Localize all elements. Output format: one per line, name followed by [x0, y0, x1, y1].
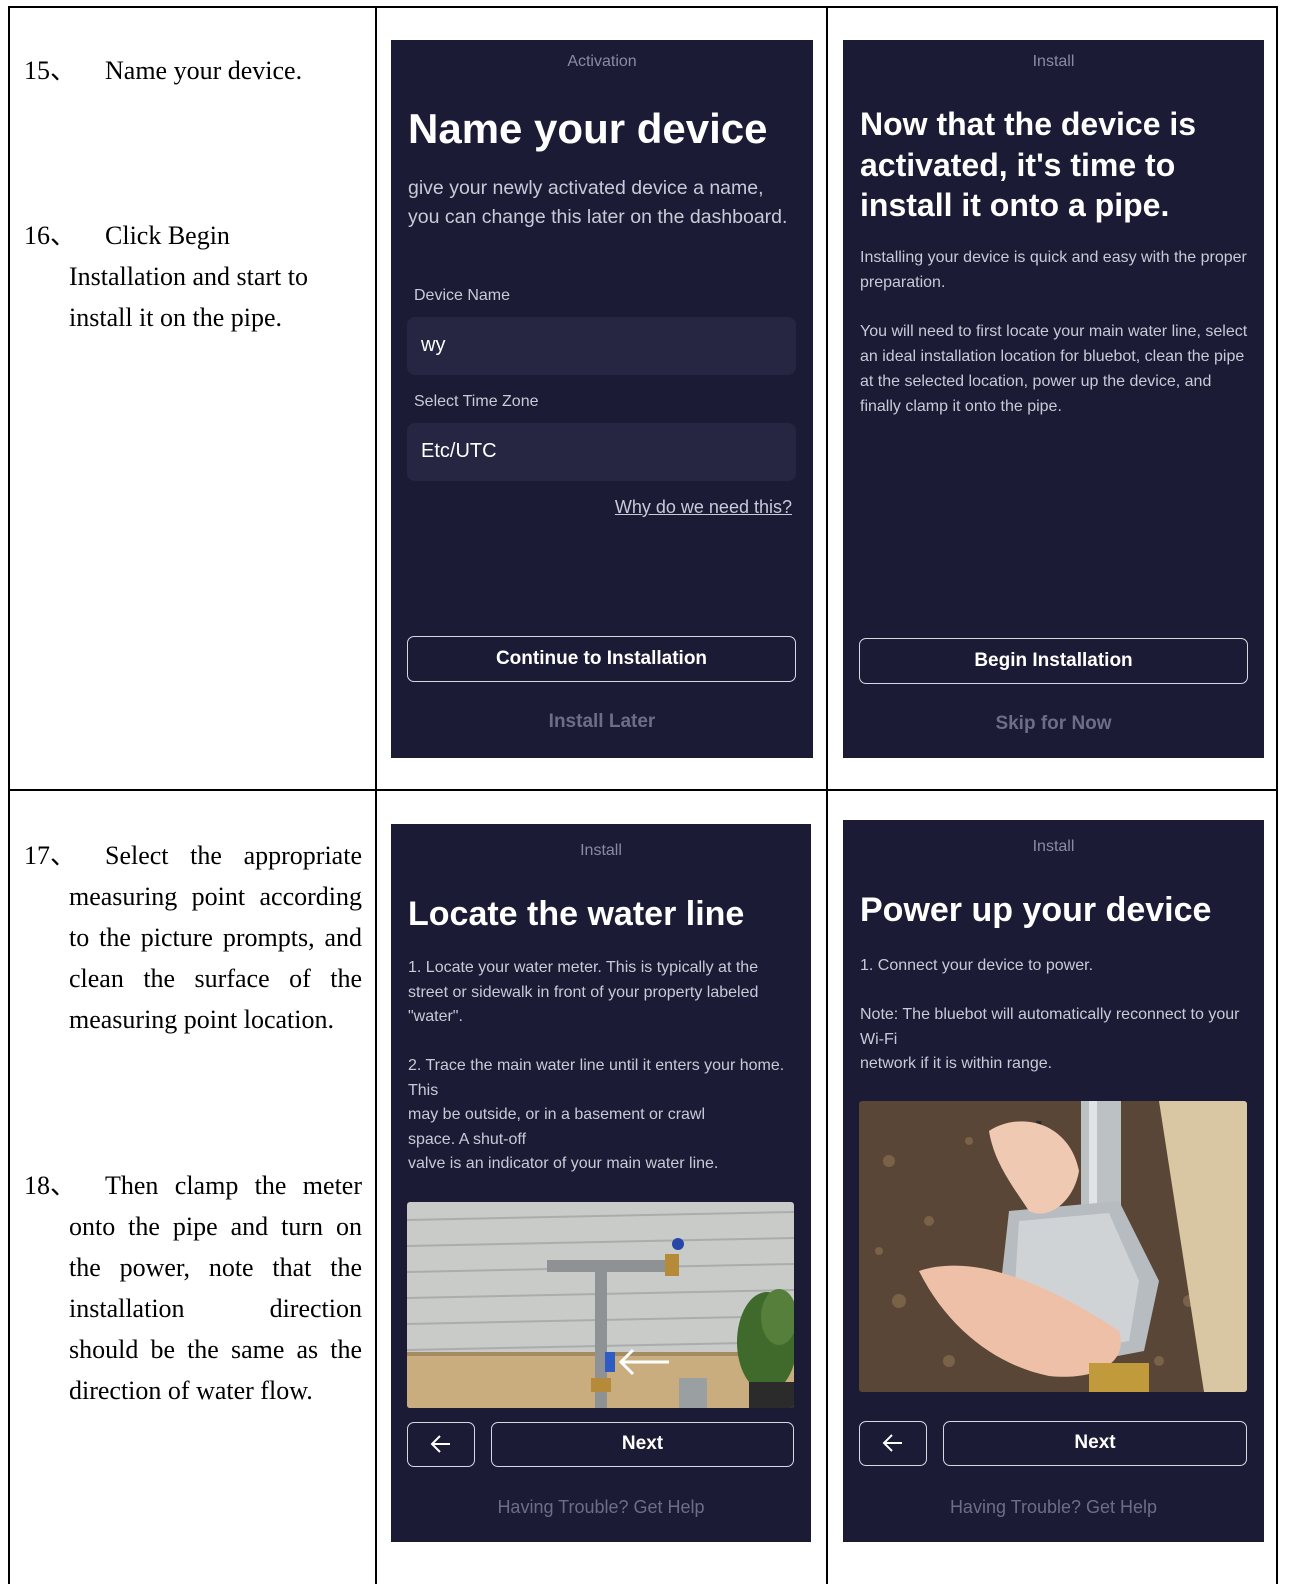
- note-line: Note: The bluebot will automatically rec…: [860, 1006, 1240, 1048]
- begin-installation-button[interactable]: Begin Installation: [859, 638, 1248, 684]
- table-divider-2: [826, 6, 828, 1584]
- table-border-right: [1276, 6, 1278, 1584]
- step-15: 15、 Name your device.: [24, 50, 362, 91]
- step-number: 17、: [24, 841, 77, 870]
- arrow-left-icon: [430, 1435, 450, 1453]
- step-17: 17、 Select the appropriate measuring poi…: [24, 835, 362, 1040]
- page-title: Power up your device: [860, 891, 1212, 929]
- skip-for-now-button[interactable]: Skip for Now: [843, 713, 1264, 735]
- next-button[interactable]: Next: [943, 1421, 1247, 1466]
- step-text-line: onto the pipe and turn on: [69, 1212, 362, 1241]
- step-text-line: direction of water flow.: [69, 1376, 313, 1405]
- get-help-link[interactable]: Having Trouble? Get Help: [843, 1497, 1264, 1518]
- timezone-label: Select Time Zone: [414, 393, 539, 410]
- table-border-left: [8, 6, 10, 1584]
- water-line-photo: [407, 1202, 794, 1408]
- description: give your newly activated device a name,…: [408, 177, 788, 228]
- device-power-image: [859, 1101, 1247, 1392]
- page-title: Name your device: [408, 105, 768, 152]
- step-text-line: Installation and start to: [69, 262, 309, 291]
- page-title: Locate the water line: [408, 895, 745, 933]
- step-18: 18、 Then clamp the meter onto the pipe a…: [24, 1165, 362, 1411]
- water-line-image: [407, 1202, 794, 1408]
- screen-install-intro: Install Now that the device is activated…: [843, 40, 1264, 758]
- step-text-line: should be the same as the: [69, 1335, 362, 1364]
- screen-activation: Activation Name your device give your ne…: [391, 40, 813, 758]
- step-1-text: 1. Locate your water meter. This is typi…: [408, 959, 759, 1025]
- step-text-line: install it on the pipe.: [69, 303, 283, 332]
- intro-paragraph: Installing your device is quick and easy…: [860, 249, 1247, 291]
- table-border-middle: [8, 789, 1278, 791]
- page-title: Now that the device is activated, it's t…: [860, 106, 1197, 223]
- timezone-select[interactable]: Etc/UTC: [407, 423, 796, 481]
- step-text-line: to the picture prompts, and: [69, 923, 362, 952]
- step-number: 16、: [24, 221, 77, 250]
- timezone-value: Etc/UTC: [421, 440, 497, 462]
- step-2-line: may be outside, or in a basement or craw…: [408, 1106, 706, 1148]
- table-divider-1: [375, 6, 377, 1584]
- arrow-left-icon: [882, 1434, 902, 1452]
- step-text-line: the power, note that the: [69, 1253, 362, 1282]
- get-help-link[interactable]: Having Trouble? Get Help: [391, 1497, 811, 1518]
- back-button[interactable]: [859, 1421, 927, 1466]
- note-line: network if it is within range.: [860, 1055, 1053, 1072]
- screen-header: Install: [1032, 53, 1075, 70]
- install-later-button[interactable]: Install Later: [391, 711, 813, 733]
- next-button[interactable]: Next: [491, 1422, 794, 1467]
- screen-header: Install: [1032, 838, 1075, 855]
- why-link[interactable]: Why do we need this?: [615, 497, 792, 518]
- steps-paragraph: You will need to first locate your main …: [860, 323, 1248, 415]
- step-1-text: 1. Connect your device to power.: [860, 957, 1094, 974]
- device-name-field[interactable]: wy: [407, 317, 796, 375]
- step-text-line: installation direction: [69, 1294, 362, 1323]
- step-text-line: measuring point location.: [69, 1005, 335, 1034]
- step-16: 16、 Click Begin Installation and start t…: [24, 215, 362, 338]
- step-2-line: 2. Trace the main water line until it en…: [408, 1057, 785, 1099]
- back-button[interactable]: [407, 1422, 475, 1467]
- step-number: 15、: [24, 56, 77, 85]
- step-text-line: measuring point according: [69, 882, 362, 911]
- device-name-value: wy: [421, 334, 446, 356]
- screen-locate-water-line: Install Locate the water line 1. Locate …: [391, 824, 811, 1542]
- device-name-label: Device Name: [414, 287, 511, 304]
- screen-power-up: Install Power up your device 1. Connect …: [843, 820, 1264, 1542]
- continue-to-installation-button[interactable]: Continue to Installation: [407, 636, 796, 682]
- table-border-top: [8, 6, 1278, 8]
- step-number: 18、: [24, 1171, 77, 1200]
- screen-header: Install: [580, 842, 622, 859]
- power-up-photo: [859, 1101, 1247, 1392]
- screen-header: Activation: [567, 53, 637, 70]
- step-2-line: valve is an indicator of your main water…: [408, 1155, 719, 1172]
- step-text-line: clean the surface of the: [69, 964, 362, 993]
